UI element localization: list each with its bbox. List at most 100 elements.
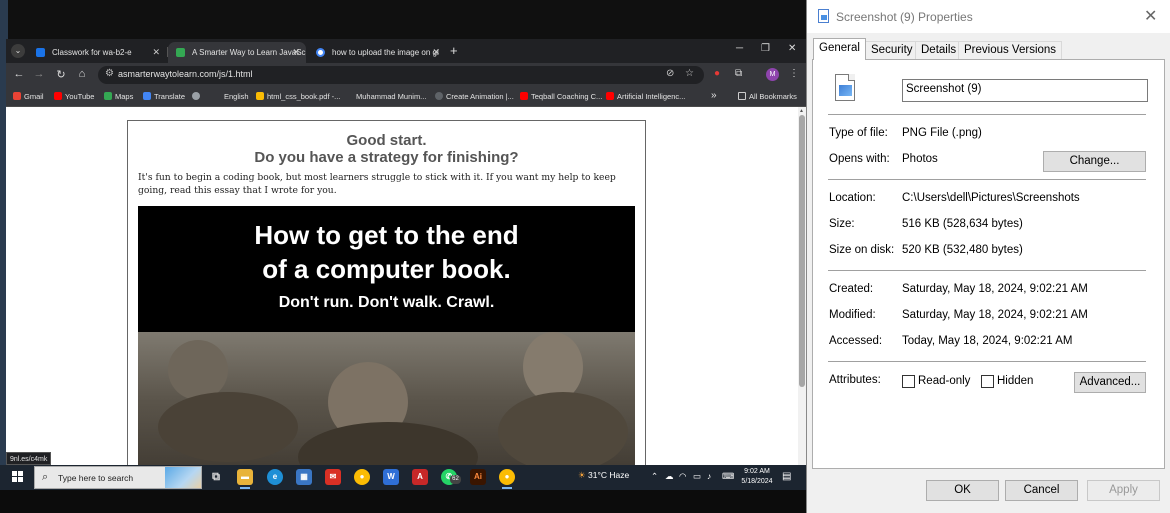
bookmark-youtube[interactable]: YouTube [54, 92, 94, 101]
reload-icon[interactable]: ↻ [54, 68, 68, 81]
bookmark-create-animation[interactable]: Create Animation |... [435, 92, 514, 101]
bookmark-globe[interactable] [192, 92, 203, 101]
hidden-label[interactable]: Hidden [997, 375, 1033, 387]
file-explorer-icon[interactable]: ▬ [237, 469, 253, 489]
divider [828, 270, 1146, 271]
window-close-icon[interactable]: ✕ [788, 43, 796, 54]
address-bar[interactable]: ⚙ asmarterwaytolearn.com/js/1.html ⊘ ☆ [98, 66, 704, 84]
accessed-value: Today, May 18, 2024, 9:02:21 AM [902, 335, 1073, 347]
edge-icon[interactable]: e [267, 469, 283, 485]
created-value: Saturday, May 18, 2024, 9:02:21 AM [902, 283, 1088, 295]
card-heading: Good start. Do you have a strategy for f… [128, 132, 645, 166]
properties-dialog: Screenshot (9) Properties ✕ General Secu… [806, 0, 1170, 513]
tab-details[interactable]: Details [915, 41, 963, 59]
wifi-icon[interactable]: ◠ [679, 471, 686, 482]
extensions-puzzle-icon[interactable]: ⧉ [735, 68, 742, 79]
divider [828, 361, 1146, 362]
back-arrow-icon[interactable]: ← [12, 68, 26, 80]
illustrator-icon[interactable]: Ai [470, 469, 486, 485]
bookmark-ai[interactable]: Artificial Intelligenc... [606, 92, 685, 101]
size-on-disk-value: 520 KB (532,480 bytes) [902, 244, 1023, 256]
tab-classwork[interactable]: Classwork for wa-b2-e ✕ [28, 42, 166, 63]
new-tab-icon[interactable]: + [450, 43, 458, 58]
chrome-icon[interactable]: ● [354, 469, 370, 485]
attributes-label: Attributes: [829, 374, 881, 386]
bookmark-english[interactable]: English [224, 92, 249, 101]
png-file-icon [835, 74, 855, 101]
link-status-tooltip: 9nl.es/c4mk [6, 452, 52, 465]
windows-start-icon[interactable] [12, 471, 24, 483]
tab-previous-versions[interactable]: Previous Versions [958, 41, 1063, 59]
change-button[interactable]: Change... [1043, 151, 1146, 172]
divider [828, 114, 1146, 115]
opera-extension-icon[interactable]: ● [714, 68, 720, 79]
tab-close-icon[interactable]: ✕ [292, 42, 300, 63]
taskbar-search-box[interactable]: ⌕ Type here to search [34, 466, 202, 489]
hidden-checkbox[interactable] [981, 375, 994, 388]
tab-smarter-way[interactable]: A Smarter Way to Learn JavaSc ✕ [168, 42, 306, 63]
acrobat-icon[interactable]: A [412, 469, 428, 485]
minimize-icon[interactable]: ─ [736, 43, 743, 54]
restore-icon[interactable]: ❐ [761, 43, 770, 54]
bookmark-teqball[interactable]: Teqball Coaching C... [520, 92, 602, 101]
advanced-button[interactable]: Advanced... [1074, 372, 1146, 393]
home-icon[interactable]: ⌂ [75, 68, 89, 80]
tab-search-icon[interactable]: ⌄ [11, 44, 25, 58]
scroll-up-icon[interactable]: ▲ [799, 108, 804, 114]
image-file-icon [818, 9, 829, 23]
whatsapp-badge: 62 [450, 475, 461, 484]
no-tracking-icon[interactable]: ⊘ [666, 68, 674, 79]
bookmark-maps[interactable]: Maps [104, 92, 133, 101]
readonly-checkbox[interactable] [902, 375, 915, 388]
all-bookmarks-folder[interactable]: All Bookmarks [738, 92, 797, 101]
page-scrollbar[interactable]: ▲ [798, 107, 806, 465]
bookmark-star-icon[interactable]: ☆ [685, 68, 694, 79]
readonly-label[interactable]: Read-only [918, 375, 970, 387]
apply-button[interactable]: Apply [1087, 480, 1160, 501]
tab-google-search[interactable]: how to upload the image on gi ✕ [308, 42, 446, 63]
banner-line-1: How to get to the end [254, 220, 519, 250]
profile-avatar[interactable]: M [766, 68, 779, 81]
tab-close-icon[interactable]: ✕ [432, 42, 440, 63]
desktop: ⌄ Classwork for wa-b2-e ✕ A Smarter Way … [0, 0, 1170, 513]
dialog-close-icon[interactable]: ✕ [1144, 6, 1157, 26]
dialog-titlebar: Screenshot (9) Properties ✕ [807, 0, 1170, 33]
scrollbar-thumb[interactable] [799, 115, 805, 387]
battery-icon[interactable]: ▭ [693, 471, 701, 482]
modified-label: Modified: [829, 309, 876, 321]
tab-bar: ⌄ Classwork for wa-b2-e ✕ A Smarter Way … [6, 39, 806, 63]
bookmarks-overflow-icon[interactable]: » [711, 90, 717, 101]
bookmark-gmail[interactable]: Gmail [13, 92, 44, 101]
weather-widget[interactable]: ☀ 31°C Haze [578, 470, 629, 481]
ok-button[interactable]: OK [926, 480, 999, 501]
accessed-label: Accessed: [829, 335, 883, 347]
taskbar-clock[interactable]: 9:02 AM 5/18/2024 [738, 467, 776, 487]
tab-security[interactable]: Security [865, 41, 919, 59]
menu-kebab-icon[interactable]: ⋮ [789, 68, 799, 79]
search-placeholder: Type here to search [58, 473, 134, 483]
notifications-icon[interactable]: ▤ [782, 471, 791, 482]
bookmark-html-css-book[interactable]: html_css_book.pdf -... [256, 92, 340, 101]
forward-arrow-icon[interactable]: → [32, 68, 46, 80]
store-icon[interactable]: ▦ [296, 469, 312, 485]
language-icon[interactable]: ⌨ [722, 471, 734, 482]
heading-line-2: Do you have a strategy for finishing? [254, 149, 519, 166]
bookmark-muhammad[interactable]: Muhammad Munim... [356, 92, 426, 101]
browser-window: ⌄ Classwork for wa-b2-e ✕ A Smarter Way … [6, 39, 806, 465]
search-icon: ⌕ [42, 471, 49, 483]
chrome-profile-icon[interactable]: ● [499, 469, 515, 489]
onedrive-icon[interactable]: ☁ [665, 471, 674, 482]
dialog-title: Screenshot (9) Properties [836, 10, 973, 24]
tab-general[interactable]: General [813, 38, 866, 60]
tray-chevron-icon[interactable]: ⌃ [651, 471, 658, 482]
file-name-field[interactable]: Screenshot (9) [902, 79, 1148, 102]
bookmark-translate[interactable]: Translate [143, 92, 185, 101]
essay-banner-link[interactable]: How to get to the end of a computer book… [138, 206, 635, 465]
cancel-button[interactable]: Cancel [1005, 480, 1078, 501]
mail-icon[interactable]: ✉ [325, 469, 341, 485]
word-icon[interactable]: W [383, 469, 399, 485]
task-view-icon[interactable]: ⧉ [208, 469, 224, 485]
site-info-icon[interactable]: ⚙ [105, 68, 114, 79]
tab-close-icon[interactable]: ✕ [152, 42, 160, 63]
volume-icon[interactable]: ♪ [707, 471, 711, 481]
